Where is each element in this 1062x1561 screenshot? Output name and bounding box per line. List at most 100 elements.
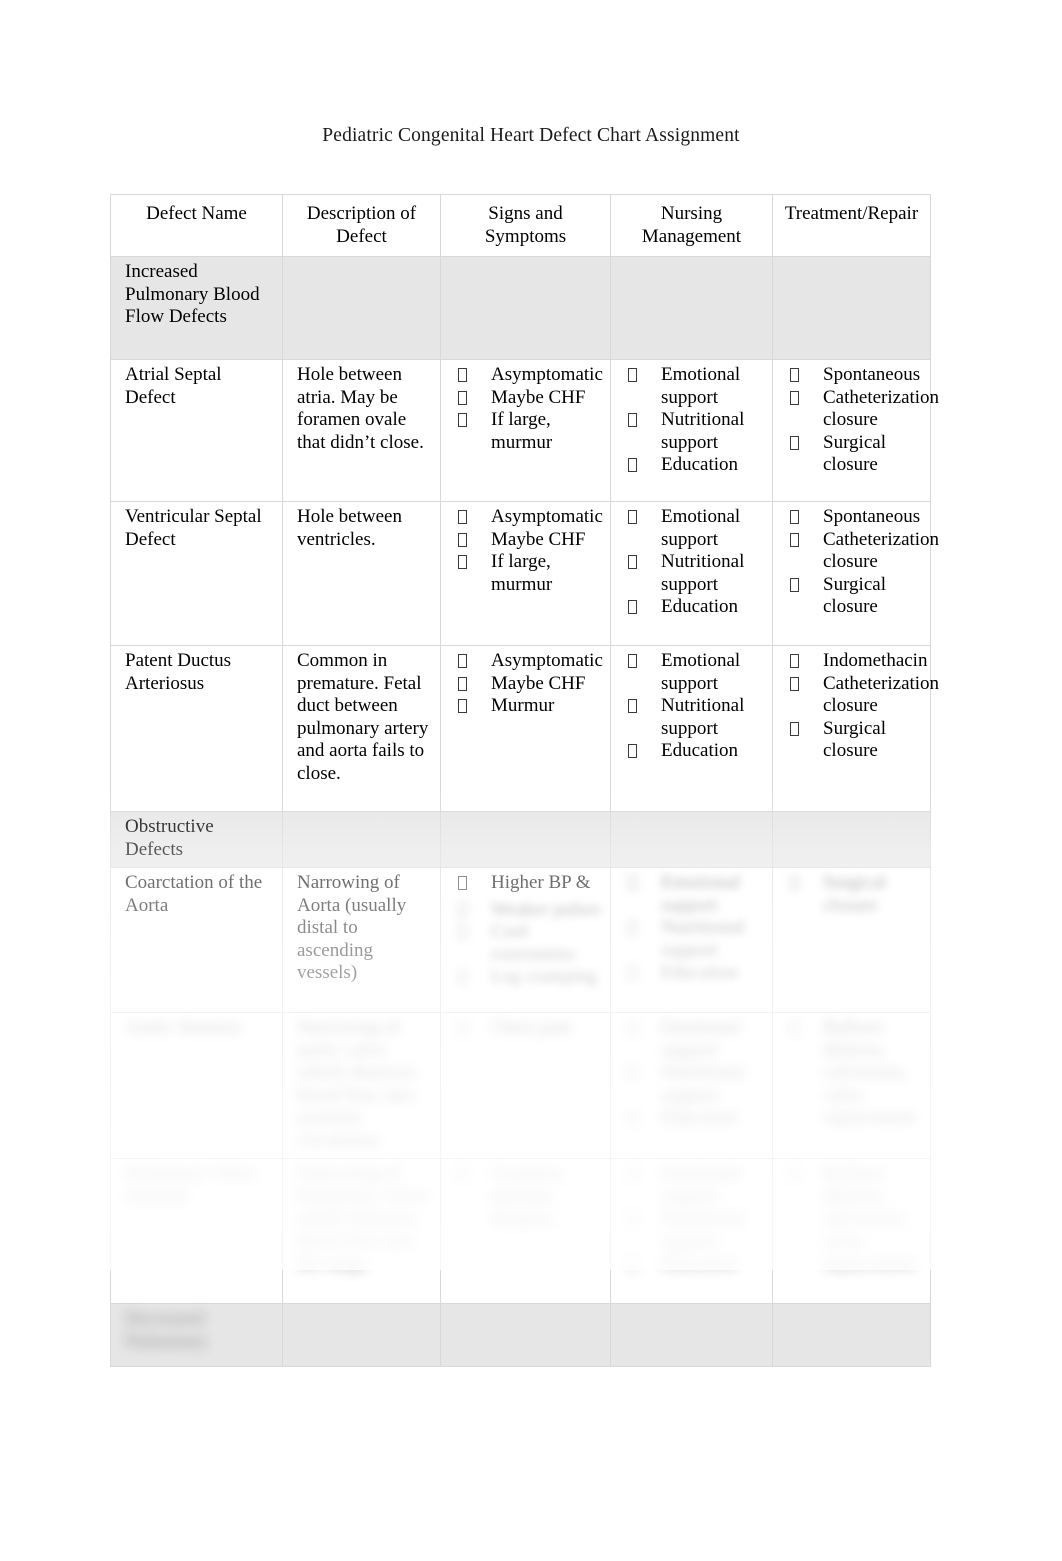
list-item-label: Catheterization closure (823, 672, 940, 717)
cell-signs-symptoms: Cyanosis, murmur, dyspnea (440, 1158, 611, 1304)
column-header-signs-symptoms: Signs and Symptoms (440, 194, 611, 257)
defect-chart-table: Defect Name Description of Defect Signs … (110, 194, 939, 1367)
treatment-repair-list: Indomethacin Catheterization closure Surgi… (787, 650, 939, 763)
list-item: Maybe CHF (455, 673, 604, 696)
table-header-row: Defect Name Description of Defect Signs … (110, 194, 931, 257)
bullet-missing-glyph-icon (628, 699, 637, 713)
list-item-label: Maybe CHF (491, 528, 586, 550)
list-item-label: Emotional support (661, 650, 741, 694)
list-item: Maybe CHF (455, 387, 604, 410)
bullet-missing-glyph-icon (458, 876, 467, 890)
list-item: Emotional support (625, 364, 766, 409)
column-header-nursing-management-label: Nursing Management (641, 203, 742, 247)
cell-signs-symptoms: Asymptomatic Maybe CHF If large, murmur (440, 359, 611, 502)
obscured-list: Chest pain (455, 1017, 604, 1040)
defect-name-text: Ventricular Septal Defect (125, 506, 262, 550)
cell-treatment-repair: Spontaneous Catheterization closure Surgic… (772, 501, 939, 646)
nursing-management-list: Emotional support Nutritional support Educ… (625, 506, 766, 619)
list-item-label: Education (661, 596, 739, 617)
obscured-content-treatment: Surgical closure (787, 872, 924, 917)
description-text: Narrowing of Aorta (usually distal to as… (297, 872, 407, 983)
list-item-label: If large, murmur (491, 551, 553, 595)
bullet-missing-glyph-icon (628, 510, 637, 524)
cell-description: Narrowing of aortic valve which obstruct… (282, 1012, 441, 1159)
list-item: Catheterization closure (787, 673, 939, 718)
section-label-cell: Obstructive Defects (110, 811, 283, 868)
bullet-missing-glyph-icon (458, 555, 467, 569)
bullet-missing-glyph-icon (458, 413, 467, 427)
list-item: Education (625, 596, 766, 619)
list-item-label: Asymptomatic (491, 364, 603, 385)
section-empty-cell-nursing (610, 811, 773, 868)
list-item: Surgical closure (787, 432, 924, 477)
cell-treatment-repair: Spontaneous Catheterization closure Surgic… (772, 359, 939, 502)
list-item-label: Nutritional support (661, 695, 745, 739)
obscured-list: Emotional support Nutritional support Ed… (625, 1163, 766, 1276)
list-item: Education (625, 454, 766, 477)
description-text: Hole between atria. May be foramen ovale… (297, 364, 424, 453)
section-empty-cell-description (282, 256, 441, 360)
signs-symptoms-list: Asymptomatic Maybe CHF If large, murmur (455, 506, 604, 596)
description-text: Common in premature. Fetal duct between … (297, 650, 429, 784)
obscured-signs: Chest pain (455, 1017, 604, 1040)
defect-name-text: Patent Ductus Arteriosus (125, 650, 232, 694)
section-empty-cell-treatment (772, 256, 931, 360)
bullet-missing-glyph-icon (628, 413, 637, 427)
section-empty-cell-description (282, 811, 441, 868)
document-page: Pediatric Congenital Heart Defect Chart … (0, 0, 1062, 1561)
page-title: Pediatric Congenital Heart Defect Chart … (322, 125, 740, 146)
list-item: Maybe CHF (455, 529, 604, 552)
obscured-list: Surgical closure (787, 872, 924, 917)
list-item: Higher BP & (455, 872, 604, 895)
cell-defect-name: Coarctation of the Aorta (110, 867, 283, 1013)
bullet-missing-glyph-icon (790, 721, 799, 736)
bullet-missing-glyph-icon (458, 699, 467, 713)
description-text: Hole between ventricles. (297, 506, 402, 550)
list-item: Nutritional support (625, 551, 766, 596)
cell-nursing-management: Emotional support Nutritional support Educ… (610, 645, 773, 812)
table-row: Ventricular Septal Defect Hole between v… (110, 501, 939, 646)
obscured-list: Emotional support Nutritional support Ed… (625, 872, 766, 985)
list-item-label: Emotional support (661, 364, 741, 408)
list-item-label: Surgical closure (823, 573, 886, 618)
obscured-list: Balloon dilation, valvotomy, valve repla… (787, 1163, 924, 1276)
cell-defect-name: Patent Ductus Arteriosus (110, 645, 283, 812)
bullet-missing-glyph-icon (628, 555, 637, 569)
bullet-missing-glyph-icon (790, 676, 799, 691)
list-item: Murmur (455, 695, 604, 718)
section-label-cell: Increased Pulmonary Blood Flow Defects (110, 256, 283, 360)
bullet-missing-glyph-icon (628, 368, 637, 382)
bullet-missing-glyph-icon (628, 600, 637, 614)
bullet-missing-glyph-icon (628, 744, 637, 758)
section-empty-cell-treatment (772, 1303, 931, 1367)
cell-description: Hole between ventricles. (282, 501, 441, 646)
bullet-missing-glyph-icon (790, 654, 799, 668)
list-item-label: Maybe CHF (491, 672, 586, 694)
cell-nursing-management: Emotional support Nutritional support Educ… (610, 359, 773, 502)
cell-description: Common in premature. Fetal duct between … (282, 645, 441, 812)
obscured-list: Weaker pulses Cool extremities Leg cramp… (455, 899, 604, 989)
list-item-label: If large, murmur (491, 409, 553, 453)
list-item-label: Catheterization closure (823, 386, 940, 431)
bullet-missing-glyph-icon (790, 368, 799, 382)
signs-symptoms-list: Asymptomatic Maybe CHF If large, murmur (455, 364, 604, 454)
list-item-label: Spontaneous (823, 364, 921, 385)
section-label: Obstructive Defects (125, 816, 214, 860)
bullet-missing-glyph-icon (790, 577, 799, 592)
obscured-content-nursing: Emotional support Nutritional support Ed… (625, 872, 766, 985)
list-item: Catheterization closure (787, 387, 939, 432)
list-item-label: Catheterization closure (823, 528, 940, 573)
list-item-label: Surgical closure (823, 431, 886, 476)
section-empty-cell-signs (440, 1303, 611, 1367)
table-row: Pulmonary Valve Stenosis Narrowing of Pu… (110, 1158, 931, 1304)
table-section-row-increased-pulmonary-blood-flow: Increased Pulmonary Blood Flow Defects (110, 256, 931, 360)
list-item-label: Emotional support (661, 506, 741, 550)
cell-description: Narrowing of Aorta (usually distal to as… (282, 867, 441, 1013)
list-item: Nutritional support (625, 409, 766, 454)
list-item: Spontaneous (787, 506, 924, 529)
list-item: Education (625, 740, 766, 763)
bullet-missing-glyph-icon (790, 510, 799, 524)
signs-symptoms-list: Higher BP & (455, 872, 604, 895)
list-item: Nutritional support (625, 695, 766, 740)
column-header-defect-name-label: Defect Name (146, 203, 247, 224)
